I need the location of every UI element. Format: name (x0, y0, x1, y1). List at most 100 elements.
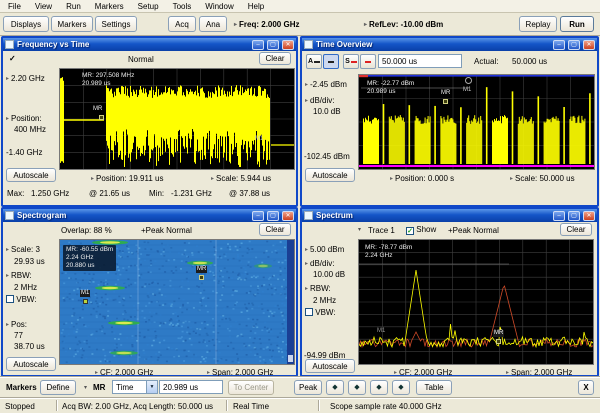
scale-label[interactable]: ▸Scale: 3 (6, 245, 40, 254)
peak-higher-button[interactable]: ◆ (370, 380, 388, 395)
status-span[interactable]: ▸Span: 2.000 GHz (506, 368, 572, 377)
close-icon[interactable]: ✕ (282, 40, 294, 50)
vbw-checkbox-box[interactable] (6, 295, 14, 303)
rbw-label[interactable]: ▸RBW: (6, 271, 32, 280)
vbw-checkbox-box[interactable] (305, 308, 313, 316)
detection-label[interactable]: +Peak Normal (141, 226, 192, 235)
spectrum-offset-button[interactable] (360, 54, 376, 69)
menu-run[interactable]: Run (66, 2, 81, 11)
autoscale-button[interactable]: Autoscale (305, 359, 355, 373)
db-div-label[interactable]: ▸dB/div: (305, 259, 334, 268)
status-position[interactable]: ▸Position: 19.911 us (91, 174, 163, 183)
y-axis-top-label[interactable]: ▸5.00 dBm (305, 245, 344, 254)
status-span[interactable]: ▸Span: 2.000 GHz (207, 368, 273, 377)
pos-label[interactable]: ▸Pos: (6, 320, 27, 329)
detection-label[interactable]: +Peak Normal (448, 226, 499, 235)
analysis-offset-button[interactable] (323, 54, 339, 69)
min-label: Min: (149, 189, 164, 198)
maximize-button[interactable]: ▢ (568, 40, 580, 50)
dropdown-icon[interactable]: ▼ (146, 381, 157, 393)
analysis-length-button[interactable]: A (306, 54, 322, 69)
minimize-button[interactable]: – (252, 40, 264, 50)
trace-collapse-icon[interactable]: ▾ (358, 226, 361, 233)
clear-button[interactable]: Clear (560, 223, 592, 236)
replay-button[interactable]: Replay (519, 16, 557, 32)
status-scale[interactable]: ▸Scale: 50.000 us (510, 174, 575, 183)
spectrum-plot[interactable]: MR: -78.77 dBm 2.24 GHz M1 MR (358, 239, 594, 365)
selected-marker-label[interactable]: MR (93, 383, 105, 392)
marker-select-collapse-icon[interactable]: ▾ (84, 384, 87, 391)
marker-mr-handle[interactable] (99, 115, 104, 120)
clear-button[interactable]: Clear (259, 223, 291, 236)
status-position[interactable]: ▸Position: 0.000 s (390, 174, 454, 183)
marker-domain-select[interactable]: Time ▼ (112, 380, 158, 394)
close-markers-toolbar-button[interactable]: X (578, 380, 594, 395)
marker-value-input[interactable] (159, 380, 223, 394)
menu-file[interactable]: File (8, 2, 21, 11)
vbw-checkbox[interactable]: VBW: (6, 295, 37, 304)
menu-window[interactable]: Window (205, 2, 233, 11)
settings-button[interactable]: Settings (95, 16, 137, 32)
maximize-button[interactable]: ▢ (267, 211, 279, 221)
peak-button[interactable]: Peak (294, 380, 322, 395)
menu-help[interactable]: Help (248, 2, 264, 11)
trace-selector[interactable]: Trace 1 (368, 226, 395, 235)
y-axis-top-label[interactable]: ▸2.20 GHz (6, 74, 45, 83)
clear-button[interactable]: Clear (259, 52, 291, 65)
autoscale-button[interactable]: Autoscale (6, 168, 56, 182)
time-overview-titlebar[interactable]: Time Overview – ▢ ✕ (302, 38, 597, 51)
vbw-checkbox[interactable]: VBW: (305, 308, 336, 317)
menu-tools[interactable]: Tools (173, 2, 192, 11)
y-axis-top-label[interactable]: ▸-2.45 dBm (305, 80, 347, 89)
marker-m1-ring[interactable] (465, 77, 472, 84)
analysis-length-input[interactable] (378, 54, 462, 68)
show-checkbox-box[interactable]: ✓ (406, 227, 414, 235)
menu-view[interactable]: View (35, 2, 52, 11)
close-icon[interactable]: ✕ (583, 40, 595, 50)
maximize-button[interactable]: ▢ (267, 40, 279, 50)
displays-button[interactable]: Displays (3, 16, 49, 32)
frequency-vs-time-titlebar[interactable]: Frequency vs Time – ▢ ✕ (3, 38, 296, 51)
run-button[interactable]: Run (560, 16, 594, 32)
spectrogram-plot[interactable]: MR: -60.55 dBm 2.24 GHz 20.880 us MR M1 (59, 239, 295, 365)
peak-lower-button[interactable]: ◆ (348, 380, 366, 395)
spectrum-length-button[interactable]: S (343, 54, 359, 69)
status-cf[interactable]: ▸CF: 2.000 GHz (394, 368, 452, 377)
reflev-readout[interactable]: ▸RefLev: -10.00 dBm (364, 20, 443, 29)
maximize-button[interactable]: ▢ (568, 211, 580, 221)
acq-button[interactable]: Acq (168, 16, 196, 32)
menu-setup[interactable]: Setup (138, 2, 159, 11)
markers-button[interactable]: Markers (51, 16, 93, 32)
marker-mr-handle[interactable] (496, 339, 501, 344)
marker-mr-handle[interactable] (443, 99, 448, 104)
show-checkbox[interactable]: ✓ Show (406, 225, 436, 235)
status-cf[interactable]: ▸CF: 2.000 GHz (95, 368, 153, 377)
autoscale-button[interactable]: Autoscale (305, 168, 355, 182)
marker-m1-handle[interactable] (83, 299, 88, 304)
position-label[interactable]: ▸Position: (6, 114, 42, 123)
peak-left-button[interactable]: ◆ (326, 380, 344, 395)
status-scale[interactable]: ▸Scale: 5.944 us (211, 174, 271, 183)
close-icon[interactable]: ✕ (282, 211, 294, 221)
menu-markers[interactable]: Markers (95, 2, 124, 11)
rbw-label[interactable]: ▸RBW: (305, 284, 331, 293)
minimize-button[interactable]: – (252, 211, 264, 221)
ana-button[interactable]: Ana (199, 16, 227, 32)
minimize-button[interactable]: – (553, 211, 565, 221)
close-icon[interactable]: ✕ (583, 211, 595, 221)
table-button[interactable]: Table (416, 380, 452, 395)
freq-readout[interactable]: ▸Freq: 2.000 GHz (234, 20, 299, 29)
autoscale-button[interactable]: Autoscale (6, 357, 56, 371)
define-button[interactable]: Define (40, 380, 76, 395)
db-div-label[interactable]: ▸dB/div: (305, 96, 334, 105)
marker-mr-handle[interactable] (199, 275, 204, 280)
time-overview-plot[interactable]: MR: -22.77 dBm 20.989 us MR M1 (358, 74, 595, 170)
trace-mode-label[interactable]: Normal (128, 55, 154, 64)
frequency-vs-time-plot[interactable]: MR: 297.508 MHz 20.989 us MR M1 (59, 68, 295, 170)
spectrum-titlebar[interactable]: Spectrum – ▢ ✕ (302, 209, 597, 222)
peak-right-button[interactable]: ◆ (392, 380, 410, 395)
spectrogram-titlebar[interactable]: Spectrogram – ▢ ✕ (3, 209, 296, 222)
to-center-button[interactable]: To Center (228, 380, 274, 395)
trace-enabled-check-icon[interactable]: ✓ (9, 54, 16, 63)
minimize-button[interactable]: – (553, 40, 565, 50)
